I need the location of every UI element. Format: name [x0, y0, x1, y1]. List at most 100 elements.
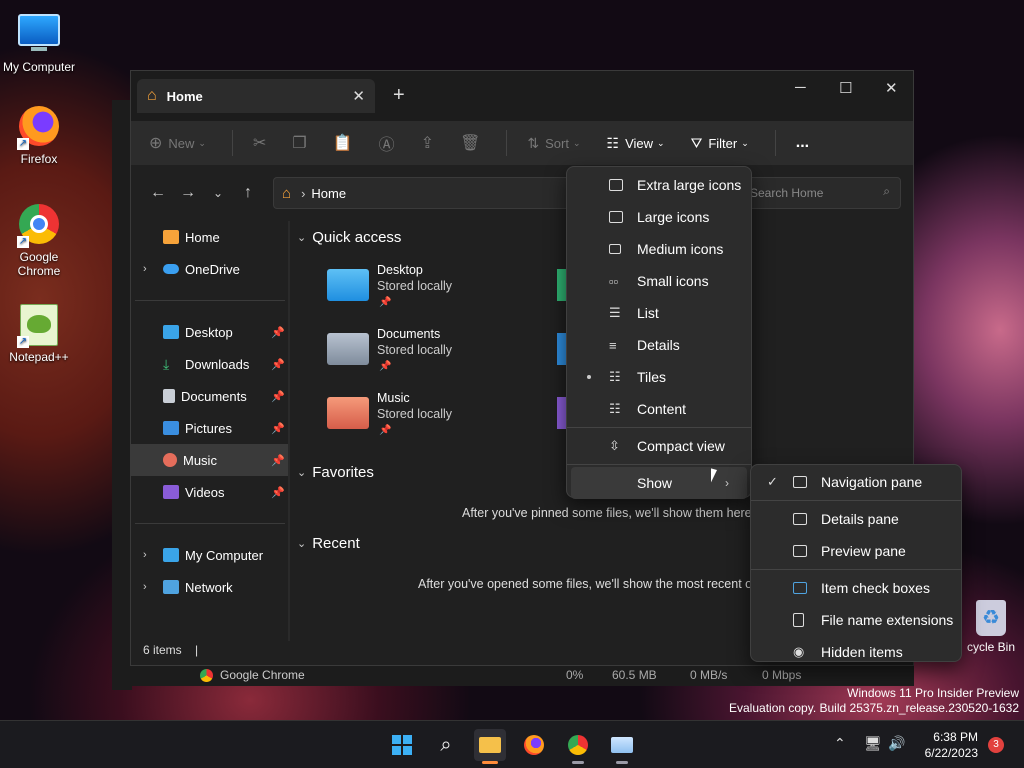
quick-access-item[interactable]: Desktop Stored locally 📌 [327, 263, 527, 319]
menu-item-small-icons[interactable]: ▫▫ Small icons [567, 265, 751, 297]
desktop-icon-notepadpp[interactable]: ↗ Notepad++ [0, 304, 78, 364]
menu-item-navigation-pane[interactable]: ✓ Navigation pane [751, 466, 961, 498]
menu-item-item-check-boxes[interactable]: Item check boxes [751, 572, 961, 604]
maximize-button[interactable]: ☐ [839, 79, 852, 97]
filter-icon: ⛛ [690, 134, 703, 151]
chevron-up-icon[interactable]: ⌃ [834, 735, 846, 752]
view-menu: Extra large icons Large icons Medium ico… [566, 166, 752, 499]
forward-icon[interactable]: → [173, 184, 203, 202]
menu-divider [751, 500, 961, 501]
nav-item-onedrive[interactable]: › OneDrive [131, 253, 289, 285]
favorites-header[interactable]: ⌄ Favorites [297, 464, 374, 481]
item-name: Documents [377, 327, 441, 341]
recent-header[interactable]: ⌄ Recent [297, 535, 360, 552]
nav-item-downloads[interactable]: ⤓ Downloads 📌 [131, 348, 289, 380]
menu-item-label: Tiles [637, 369, 667, 385]
home-icon: ⌂ [147, 87, 157, 104]
delete-icon[interactable]: 🗑 [460, 133, 480, 153]
up-icon[interactable]: ↑ [233, 184, 263, 202]
menu-item-hidden-items[interactable]: ◉ Hidden items [751, 636, 961, 668]
taskbar-task-manager[interactable] [606, 729, 638, 764]
address-bar[interactable]: ⌂ › Home [273, 177, 573, 209]
recent-locations-icon[interactable]: ⌄ [203, 186, 233, 200]
taskbar-chrome[interactable] [562, 729, 594, 764]
new-tab-button[interactable]: + [393, 84, 405, 107]
menu-item-content[interactable]: ☷ Content [567, 393, 751, 425]
nav-item-desktop[interactable]: Desktop 📌 [131, 316, 289, 348]
close-tab-icon[interactable]: ✕ [352, 87, 365, 105]
minimize-button[interactable]: ─ [795, 79, 806, 96]
nav-divider [135, 523, 285, 524]
desktop-icon-firefox[interactable]: ↗ Firefox [0, 106, 78, 166]
network-icon[interactable]: 🖥 [864, 735, 882, 752]
notification-badge[interactable]: 3 [988, 737, 1004, 753]
taskbar-file-explorer[interactable] [474, 729, 506, 764]
preview-pane-icon [793, 545, 807, 557]
menu-item-file-name-extensions[interactable]: File name extensions [751, 604, 961, 636]
close-window-button[interactable]: ✕ [885, 79, 898, 97]
nav-item-my-computer[interactable]: › My Computer [131, 539, 289, 571]
search-placeholder: Search Home [750, 186, 824, 200]
menu-item-extra-large-icons[interactable]: Extra large icons [567, 169, 751, 201]
quick-access-item[interactable]: Documents Stored locally 📌 [327, 327, 527, 383]
search-button[interactable]: ⌕ [430, 729, 462, 761]
content-icon: ☷ [609, 401, 621, 416]
search-input[interactable]: Search Home ⌕ [743, 177, 901, 209]
desktop-icon-recycle-bin[interactable]: ♻ cycle Bin [958, 600, 1024, 654]
expand-chevron-icon[interactable]: › [143, 263, 147, 275]
back-icon[interactable]: ← [143, 184, 173, 202]
expand-chevron-icon[interactable]: › [143, 581, 147, 593]
pane-splitter[interactable] [288, 221, 290, 641]
quick-access-item[interactable]: Music Stored locally 📌 [327, 391, 527, 447]
desktop-icon-chrome[interactable]: ↗ Google Chrome [0, 204, 78, 278]
taskbar-firefox[interactable] [518, 729, 550, 761]
section-title: Quick access [312, 229, 402, 246]
sort-button[interactable]: ⇅ Sort ⌄ [527, 135, 580, 152]
start-button[interactable] [386, 729, 418, 761]
menu-item-large-icons[interactable]: Large icons [567, 201, 751, 233]
favorites-empty-message: After you've pinned some files, we'll sh… [462, 506, 756, 520]
quick-access-header[interactable]: ⌄ Quick access [297, 229, 401, 246]
menu-item-label: Details [637, 337, 680, 353]
desktop-icon-label: Notepad++ [9, 350, 69, 364]
nav-item-documents[interactable]: Documents 📌 [131, 380, 289, 412]
menu-item-preview-pane[interactable]: Preview pane [751, 535, 961, 567]
volume-icon[interactable]: 🔊 [888, 735, 905, 752]
navigation-pane-icon [793, 476, 807, 488]
menu-item-label: Navigation pane [821, 474, 923, 490]
see-more-button[interactable]: ... [796, 134, 809, 152]
desktop-icon-my-computer[interactable]: My Computer [0, 8, 78, 74]
clock-date: 6/22/2023 [924, 746, 978, 760]
clock[interactable]: 6:38 PM 6/22/2023 [925, 729, 978, 761]
rename-icon[interactable]: Ⓐ [379, 131, 395, 155]
compact-view-icon: ⇳ [609, 438, 620, 453]
menu-item-list[interactable]: ☰ List [567, 297, 751, 329]
nav-item-network[interactable]: › Network [131, 571, 289, 603]
nav-item-pictures[interactable]: Pictures 📌 [131, 412, 289, 444]
cloud-icon [163, 264, 179, 274]
nav-item-music[interactable]: Music 📌 [131, 444, 289, 476]
paste-icon[interactable]: 📋 [333, 133, 353, 153]
desktop-icon-label: Firefox [20, 152, 58, 166]
pin-icon: 📌 [271, 486, 285, 499]
filter-button[interactable]: ⛛ Filter ⌄ [691, 135, 749, 152]
view-button[interactable]: ☷ View ⌄ [607, 135, 665, 152]
menu-item-details[interactable]: ≡ Details [567, 329, 751, 361]
copy-icon[interactable]: ❐ [292, 133, 306, 153]
menu-item-details-pane[interactable]: Details pane [751, 503, 961, 535]
view-icon: ☷ [606, 134, 620, 151]
nav-label: Videos [185, 484, 225, 500]
filter-label: Filter [708, 135, 738, 151]
share-icon[interactable]: ⇪ [421, 133, 434, 153]
nav-item-videos[interactable]: Videos 📌 [131, 476, 289, 508]
nav-item-home[interactable]: Home [131, 221, 289, 253]
show-submenu: ✓ Navigation pane Details pane Preview p… [750, 464, 962, 662]
expand-chevron-icon[interactable]: › [143, 549, 147, 561]
menu-item-tiles[interactable]: ☷ Tiles [567, 361, 751, 393]
menu-item-medium-icons[interactable]: Medium icons [567, 233, 751, 265]
process-memory: 60.5 MB [612, 668, 657, 682]
cut-icon[interactable]: ✂ [253, 133, 266, 153]
new-button[interactable]: ⊕ New ⌄ [149, 133, 206, 153]
menu-item-compact-view[interactable]: ⇳ Compact view [567, 430, 751, 462]
tab-home[interactable]: ⌂ Home ✕ [137, 79, 375, 113]
